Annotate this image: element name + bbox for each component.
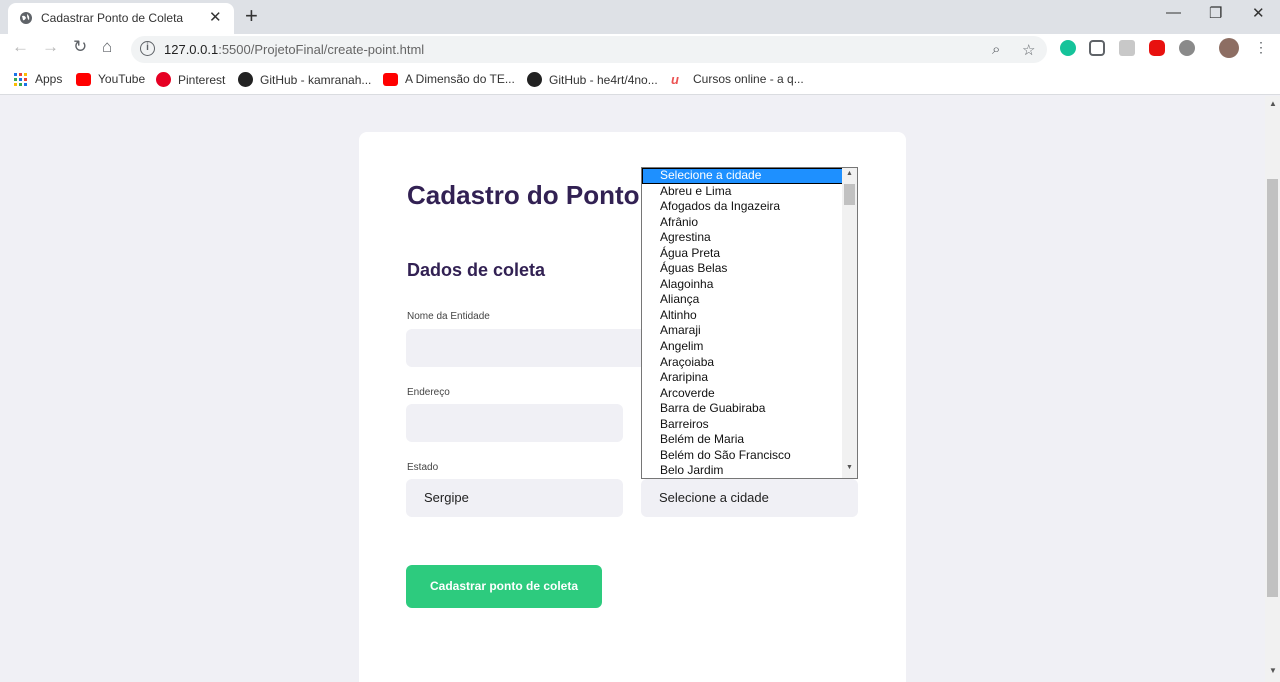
scroll-down-icon[interactable]: ▼ [1269,666,1277,675]
dropdown-option[interactable]: Água Preta [642,246,857,262]
dropdown-option[interactable]: Arcoverde [642,386,857,402]
address-label: Endereço [407,387,450,398]
dropdown-option[interactable]: Altinho [642,308,857,324]
url-text: 127.0.0.1:5500/ProjetoFinal/create-point… [164,42,425,57]
forward-icon[interactable]: → [42,37,59,57]
bookmark-label: GitHub - he4rt/4no... [549,72,658,87]
bookmarks-bar: Apps YouTube Pinterest GitHub - kamranah… [0,64,1280,95]
state-select[interactable]: Sergipe [406,479,623,517]
grammarly-icon[interactable] [1060,40,1076,56]
back-icon[interactable]: ← [12,37,29,57]
dropdown-option[interactable]: Aliança [642,292,857,308]
dropdown-option[interactable]: Agrestina [642,230,857,246]
dropdown-option[interactable]: Belém de Maria [642,432,857,448]
extension-gear-icon[interactable] [1179,40,1195,56]
submit-button[interactable]: Cadastrar ponto de coleta [406,565,602,608]
globe-icon [20,12,32,24]
page-title: Cadastro do Ponto [407,180,640,210]
close-tab-icon[interactable]: ✕ [209,8,222,26]
close-window-icon[interactable]: ✕ [1252,4,1265,22]
scrollbar-thumb[interactable] [1267,179,1278,597]
dropdown-option[interactable]: Barra de Guabiraba [642,401,857,417]
apps-grid-icon [14,72,27,86]
bookmark-apps[interactable]: Apps [13,72,62,86]
browser-toolbar: ← → ↻ ⌂ i 127.0.0.1:5500/ProjetoFinal/cr… [0,34,1280,64]
address-bar[interactable]: i 127.0.0.1:5500/ProjetoFinal/create-poi… [131,36,1047,63]
instagram-icon[interactable] [1089,40,1105,56]
bookmark-label: Pinterest [178,72,226,87]
bookmark-github-kamranah[interactable]: GitHub - kamranah... [238,72,371,87]
dropdown-option[interactable]: Belém do São Francisco [642,448,857,464]
menu-kebab-icon[interactable]: ⋮ [1254,39,1268,56]
scroll-down-icon[interactable]: ▼ [846,464,853,471]
dropdown-option[interactable]: Afrânio [642,215,857,231]
dropdown-option[interactable]: Belo Jardim [642,463,857,478]
dropdown-option[interactable]: Alagoinha [642,277,857,293]
restore-icon[interactable]: ❐ [1209,4,1222,22]
dropdown-option-selected[interactable]: Selecione a cidade [642,168,857,184]
profile-avatar[interactable] [1219,38,1239,58]
bookmark-star-icon[interactable]: ☆ [1022,41,1035,59]
dropdown-options: Selecione a cidade Abreu e Lima Afogados d… [642,168,857,478]
site-info-icon[interactable]: i [140,41,155,56]
dropdown-option[interactable]: Abreu e Lima [642,184,857,200]
home-icon[interactable]: ⌂ [102,37,112,57]
browser-tab[interactable]: Cadastrar Ponto de Coleta ✕ [8,3,234,34]
bookmark-dimensao[interactable]: A Dimensão do TE... [383,72,515,86]
section-title: Dados de coleta [407,260,546,280]
bookmark-github-he4rt[interactable]: GitHub - he4rt/4no... [527,72,658,87]
github-icon [527,72,542,87]
udemy-icon: u [671,71,679,87]
bookmark-pinterest[interactable]: Pinterest [156,72,225,87]
address-input[interactable] [406,404,623,442]
page-scrollbar[interactable]: ▲ ▼ [1265,96,1280,682]
dropdown-option[interactable]: Araripina [642,370,857,386]
tab-strip: Cadastrar Ponto de Coleta ✕ + — ❐ ✕ [0,0,1280,34]
dropdown-option[interactable]: Araçoiaba [642,355,857,371]
bookmark-label: YouTube [98,72,146,86]
pinterest-icon [156,72,171,87]
dropdown-scroll-thumb[interactable] [844,184,855,205]
dropdown-option[interactable]: Amaraji [642,323,857,339]
bookmark-youtube[interactable]: YouTube [76,72,145,86]
extension-m-icon[interactable] [1119,40,1135,56]
state-label: Estado [407,462,439,473]
bookmark-label: A Dimensão do TE... [405,72,515,86]
adblock-icon[interactable] [1149,40,1165,56]
bookmark-label: GitHub - kamranah... [260,72,372,87]
page-viewport: Cadastro do Ponto Dados de coleta Nome d… [0,96,1265,682]
tab-title: Cadastrar Ponto de Coleta [41,11,184,25]
bookmark-label: Apps [35,72,63,86]
dropdown-option[interactable]: Águas Belas [642,261,857,277]
youtube-icon [76,72,91,86]
city-select[interactable]: Selecione a cidade [641,479,858,517]
bookmark-udemy[interactable]: u Cursos online - a q... [671,72,804,86]
dropdown-option[interactable]: Barreiros [642,417,857,433]
entity-label: Nome da Entidade [407,311,490,322]
minimize-icon[interactable]: — [1166,4,1181,21]
zoom-icon[interactable]: ⌕ [992,41,1000,58]
city-dropdown-list[interactable]: Selecione a cidade Abreu e Lima Afogados d… [641,167,858,479]
github-icon [238,72,253,87]
dropdown-option[interactable]: Angelim [642,339,857,355]
dropdown-option[interactable]: Afogados da Ingazeira [642,199,857,215]
new-tab-icon[interactable]: + [245,3,258,29]
youtube-icon [383,72,398,86]
scroll-up-icon[interactable]: ▲ [846,170,853,177]
reload-icon[interactable]: ↻ [73,37,87,57]
bookmark-label: Cursos online - a q... [693,72,804,86]
scroll-up-icon[interactable]: ▲ [1269,99,1277,108]
dropdown-scrollbar[interactable]: ▲ ▼ [842,168,857,478]
